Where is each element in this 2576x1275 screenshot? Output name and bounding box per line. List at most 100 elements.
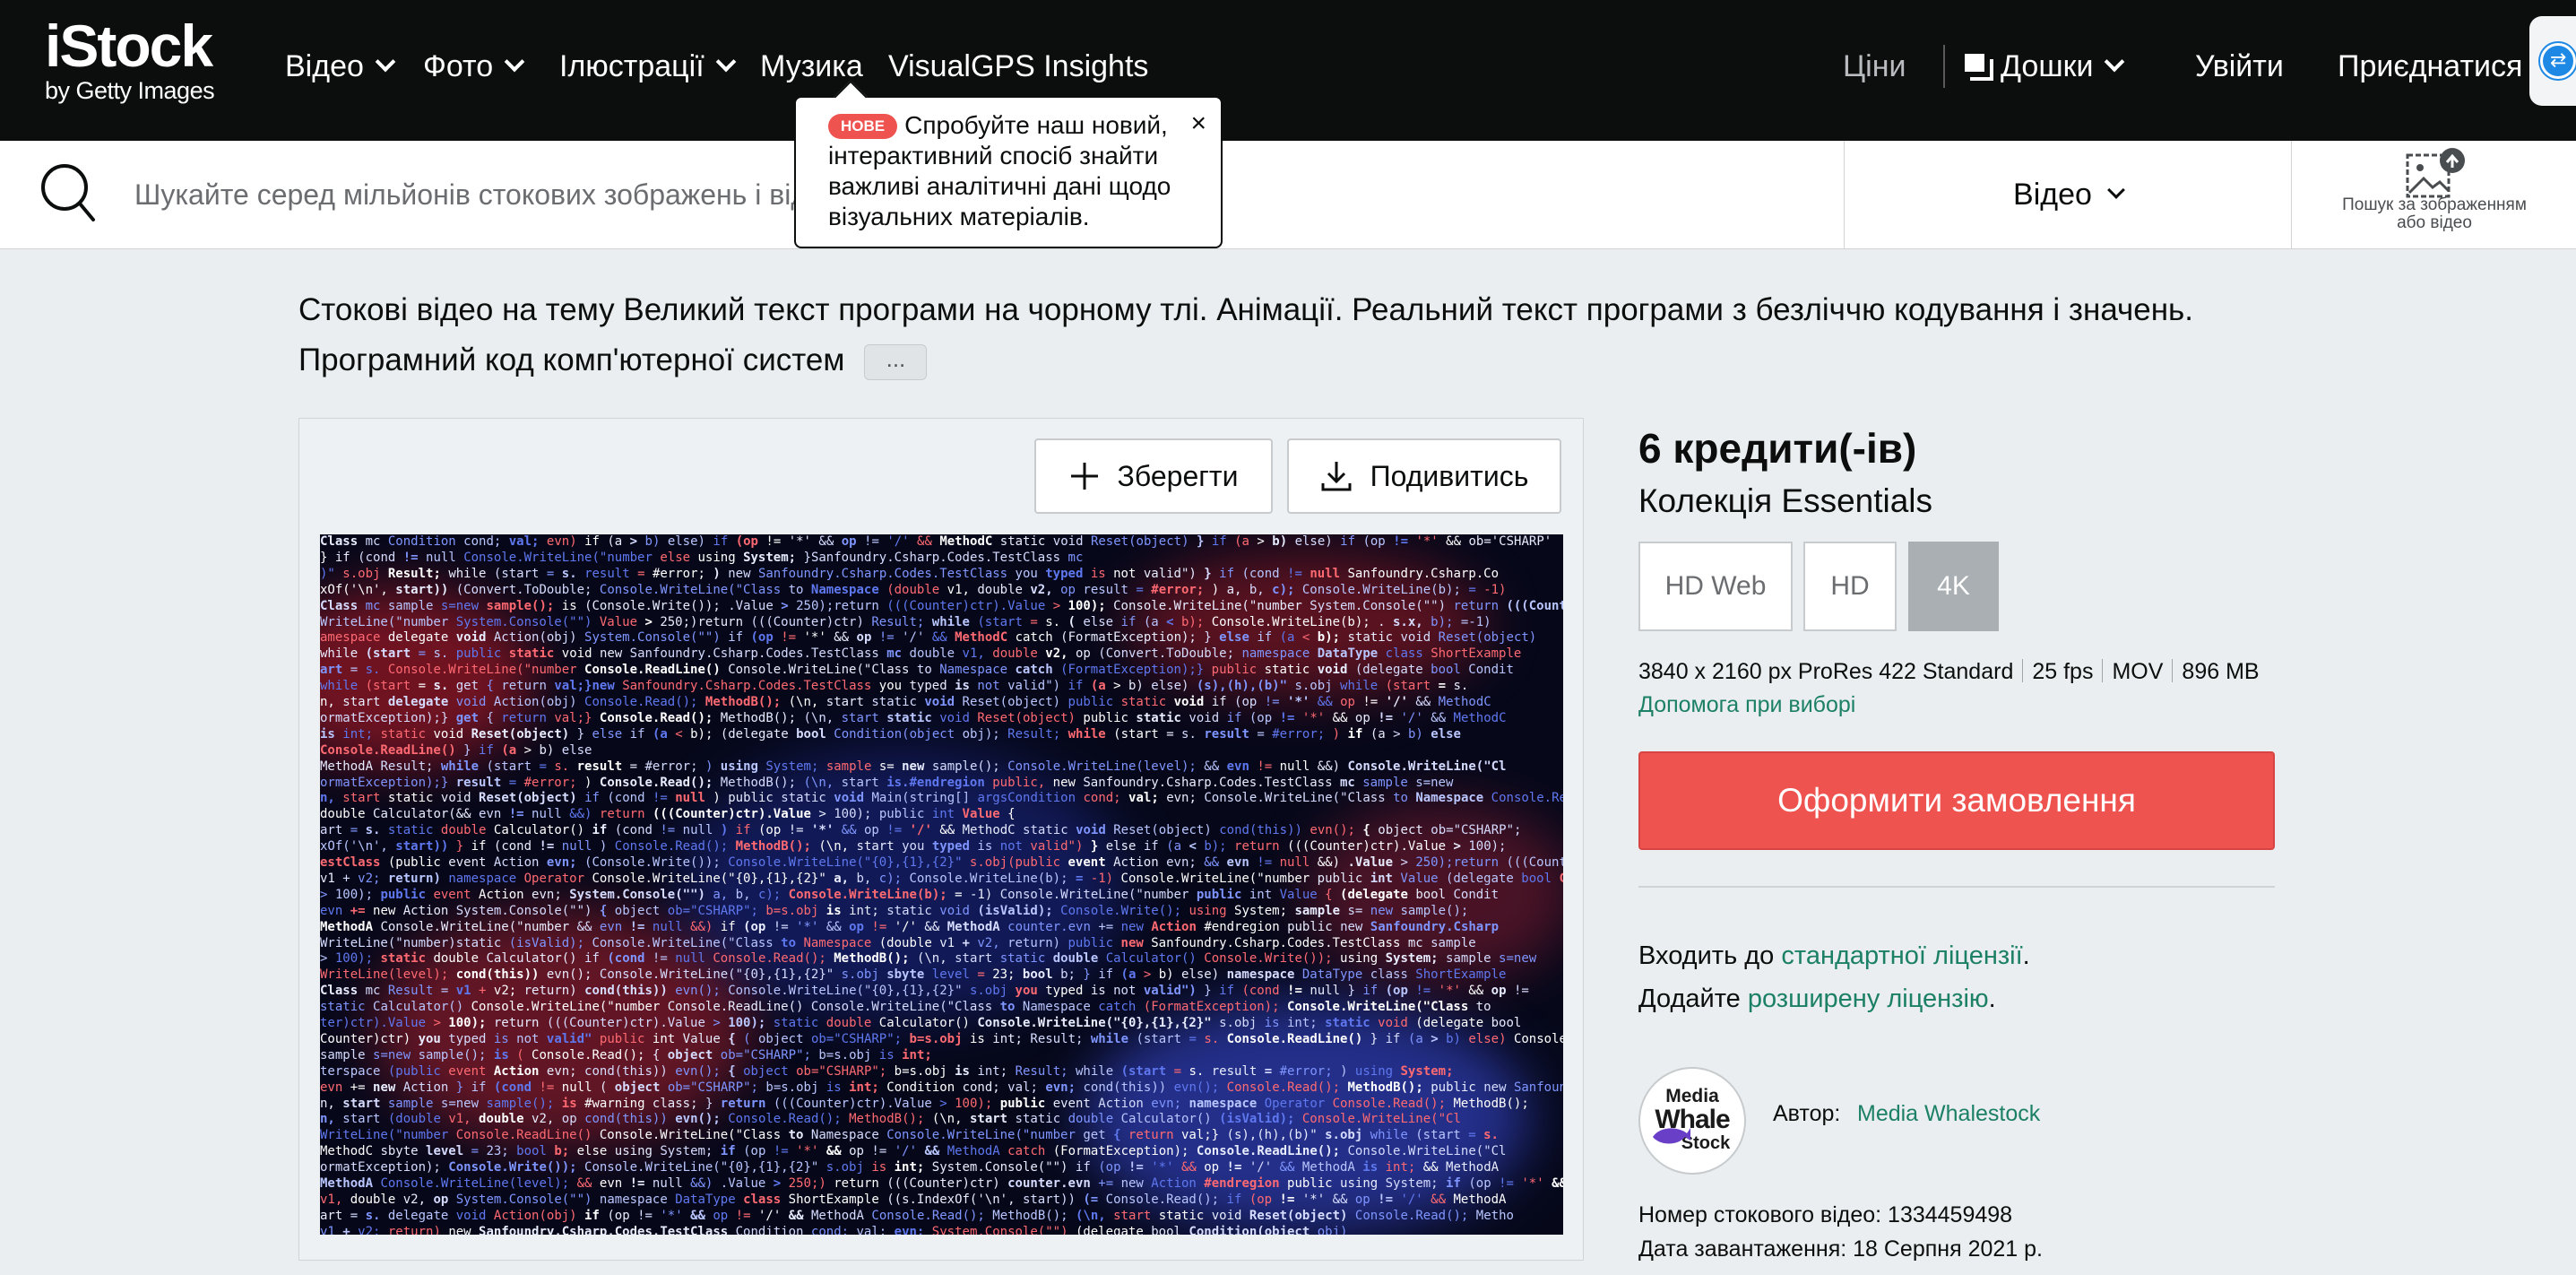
image-search-button[interactable]: Пошук за зображенням або відео xyxy=(2330,141,2538,248)
code-token: Console.ReadLine(); xyxy=(1196,1144,1348,1159)
code-token: art xyxy=(320,823,350,838)
code-token: op xyxy=(1491,984,1514,999)
nav-prices-label: Ціни xyxy=(1843,49,1906,83)
code-token: '*' xyxy=(788,534,819,549)
video-thumbnail[interactable]: Class mc Condition cond; val; evn) if (a… xyxy=(320,534,1563,1235)
code-token: if xyxy=(334,550,359,565)
code-token: != xyxy=(539,1080,562,1095)
code-token: mc xyxy=(1068,550,1084,565)
code-token: v2; xyxy=(493,984,524,999)
code-token: '*' xyxy=(810,823,842,838)
code-token: Console.WriteLine("number xyxy=(1120,871,1318,886)
code-line: ormatException); Console.Write()); Conso… xyxy=(320,1160,1563,1175)
code-token: Console.WriteLine("number xyxy=(463,550,661,565)
code-token: (FormatException); xyxy=(1143,1000,1287,1015)
standard-license-link[interactable]: стандартної ліцензії xyxy=(1781,941,2022,970)
browser-extension-tab[interactable] xyxy=(2529,16,2576,106)
code-token: 250);return xyxy=(1415,855,1507,870)
author-name-link[interactable]: Media Whalestock xyxy=(1857,1101,2040,1127)
resolution-4k[interactable]: 4K xyxy=(1908,542,1999,631)
code-token: != xyxy=(871,919,895,934)
code-token: Console.ReadLine() xyxy=(1226,1031,1370,1046)
spec-resolution: 3840 x 2160 px ProRes 422 Standard xyxy=(1638,659,2014,684)
code-token: (op xyxy=(1249,1192,1280,1207)
code-token: 250);return xyxy=(796,598,887,613)
nav-visualgps[interactable]: VisualGPS Insights xyxy=(888,47,1148,86)
code-token: s=new xyxy=(440,598,487,613)
save-button[interactable]: Зберегти xyxy=(1034,438,1273,514)
media-type-label: Відео xyxy=(2013,177,2092,212)
code-token: ormatException);} xyxy=(320,775,456,790)
nav-video[interactable]: Відео xyxy=(285,47,396,86)
code-token: (op xyxy=(735,534,766,549)
code-token: op xyxy=(1060,582,1084,597)
resolution-hd[interactable]: HD xyxy=(1803,542,1897,631)
nav-illustrations[interactable]: Ілюстрації xyxy=(559,47,736,86)
order-button[interactable]: Оформити замовлення xyxy=(1638,751,2275,850)
code-token: ( xyxy=(1068,614,1084,629)
close-icon[interactable]: × xyxy=(1190,108,1206,139)
search-icon[interactable] xyxy=(39,160,97,225)
author-logo-line1: Media xyxy=(1665,1086,1719,1106)
code-token: return xyxy=(834,1176,887,1191)
code-token: Console.WriteLine("number xyxy=(380,919,577,934)
istock-logo[interactable]: iStock by Getty Images xyxy=(45,16,215,104)
code-token: public, xyxy=(992,775,1053,790)
code-token: != xyxy=(1393,534,1416,549)
join-link[interactable]: Приєднатися xyxy=(2338,47,2522,86)
code-token: b, xyxy=(1249,582,1273,597)
code-token: evn; xyxy=(894,1224,932,1235)
code-token: sample(); xyxy=(1400,903,1469,918)
preview-download-button[interactable]: Подивитись xyxy=(1287,438,1561,514)
code-token: if xyxy=(471,1080,494,1095)
nav-prices[interactable]: Ціни xyxy=(1843,47,1906,86)
code-token: Console.Read(); xyxy=(728,1112,850,1127)
code-token: . xyxy=(1378,614,1393,629)
code-token: (public xyxy=(387,855,449,870)
extended-license-link[interactable]: розширену ліцензію xyxy=(1748,984,1989,1013)
code-token: n, xyxy=(320,695,343,709)
code-token: (delegate xyxy=(1445,871,1522,886)
code-token: (double xyxy=(886,582,947,597)
code-token: Console.WriteLine("{0},{1},{2}" xyxy=(599,967,842,983)
code-token: if xyxy=(1226,1192,1249,1207)
nav-boards[interactable]: Дошки xyxy=(1965,47,2125,86)
expand-title-button[interactable]: ... xyxy=(864,343,928,380)
resolution-hd-web[interactable]: HD Web xyxy=(1638,542,1793,631)
help-choosing-link[interactable]: Допомога при виборі xyxy=(1638,692,1855,718)
code-token: && xyxy=(924,919,947,934)
code-token: void xyxy=(1211,1208,1249,1223)
code-token: (start xyxy=(1136,1031,1189,1046)
code-token: MethodB(); xyxy=(705,695,789,709)
nav-photo[interactable]: Фото xyxy=(423,47,525,86)
code-token: > xyxy=(1257,534,1273,549)
code-token: != xyxy=(1264,695,1288,709)
code-token: ob="CSHARP"; xyxy=(667,1080,766,1095)
code-token: bool xyxy=(1491,1016,1522,1030)
preview-label: Подивитись xyxy=(1370,459,1529,492)
code-token: object xyxy=(667,1047,721,1062)
code-token: > xyxy=(1453,839,1469,854)
code-token: Result; xyxy=(380,759,441,774)
code-line: estClass (public event Action evn; (Cons… xyxy=(320,855,1563,871)
code-token: result xyxy=(576,759,630,774)
code-token: sample xyxy=(826,759,879,774)
code-token: (\n, xyxy=(803,710,842,725)
code-token: using xyxy=(697,550,744,565)
code-token: = xyxy=(418,646,434,662)
nav-music[interactable]: Музика xyxy=(760,47,863,86)
code-token: Calculator() xyxy=(878,1016,978,1030)
code-token: Sanfoundry.Csharp.Codes.TestClass xyxy=(1513,1080,1563,1095)
code-line: Class mc sample s=new sample(); is (Cons… xyxy=(320,599,1563,614)
code-token: catch xyxy=(1015,630,1061,646)
code-token: Condit xyxy=(1453,887,1500,902)
code-token: a, xyxy=(834,871,857,886)
code-token: is xyxy=(969,1031,993,1046)
code-line: while (start = s. get { return val;}new … xyxy=(320,679,1563,694)
code-token: static xyxy=(999,951,1053,967)
code-line: sample s=new sample(); is ( Console.Read… xyxy=(320,1048,1563,1063)
login-link[interactable]: Увійти xyxy=(2195,47,2284,86)
author-avatar[interactable]: Media Whale Stock xyxy=(1638,1067,1746,1175)
media-type-select[interactable]: Відео xyxy=(1844,141,2292,248)
code-token: static xyxy=(1347,630,1401,646)
